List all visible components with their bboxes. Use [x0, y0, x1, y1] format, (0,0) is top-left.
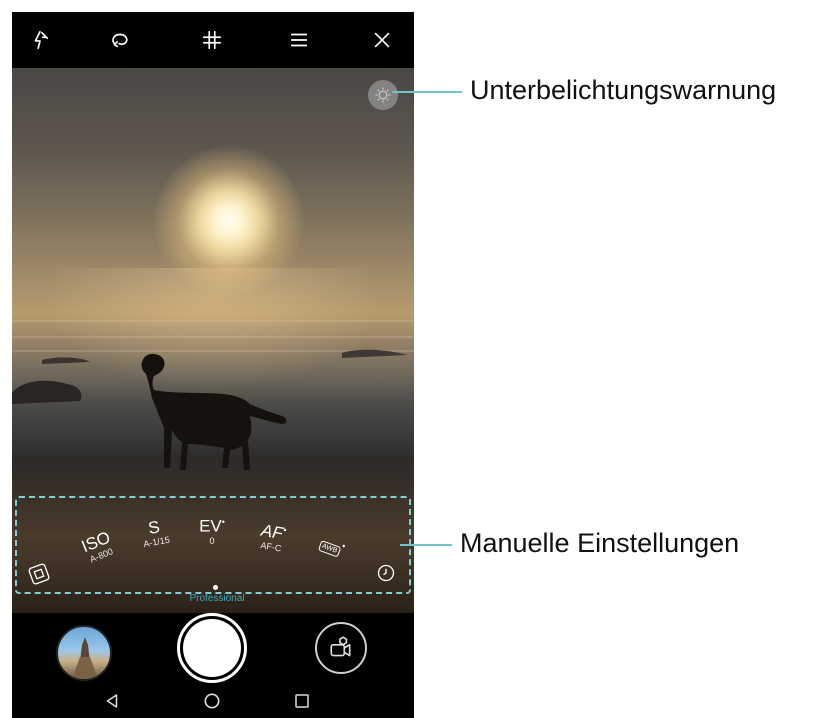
- menu-icon: [290, 33, 308, 47]
- rotate-button[interactable]: [92, 12, 148, 68]
- close-button[interactable]: [354, 12, 410, 68]
- menu-button[interactable]: [271, 12, 327, 68]
- timer-button[interactable]: [376, 563, 396, 583]
- exposure-warning-button[interactable]: [368, 80, 398, 110]
- metering-icon: [28, 563, 50, 585]
- grid-button[interactable]: [184, 12, 240, 68]
- metering-button[interactable]: [28, 563, 50, 585]
- back-button[interactable]: [92, 686, 132, 716]
- callout-line-underexposure: [392, 91, 462, 93]
- manual-settings-panel: ISO A-800 S A-1/15 EV• 0 AF• AF-C AWB•: [12, 493, 414, 613]
- mode-indicator-dot: [213, 585, 218, 590]
- camera-top-bar: [12, 12, 414, 68]
- back-icon: [106, 694, 118, 708]
- recents-button[interactable]: [282, 686, 322, 716]
- callout-line-manual: [400, 544, 452, 546]
- close-icon: [374, 32, 390, 48]
- thumbnail-image: [72, 637, 98, 679]
- mode-label[interactable]: Professional: [162, 593, 272, 604]
- grid-icon: [202, 30, 222, 50]
- timer-icon: [377, 564, 395, 582]
- camera-viewfinder[interactable]: ISO A-800 S A-1/15 EV• 0 AF• AF-C AWB•: [12, 68, 414, 613]
- system-navigation-bar: [12, 684, 414, 718]
- home-button[interactable]: [192, 686, 232, 716]
- shutter-button-inner: [183, 619, 241, 677]
- ev-value: 0: [209, 535, 215, 546]
- gallery-thumbnail[interactable]: [56, 625, 112, 681]
- rock-small: [42, 357, 90, 364]
- rock-right: [342, 349, 407, 358]
- video-mode-icon: [330, 636, 351, 657]
- flash-off-button[interactable]: [12, 12, 68, 68]
- flash-off-icon: [34, 30, 49, 50]
- video-mode-button[interactable]: [315, 622, 367, 674]
- dog-silhouette: [141, 353, 287, 470]
- ev-label: EV•: [199, 516, 225, 536]
- ev-setting[interactable]: EV• 0: [192, 513, 232, 546]
- callout-underexposure: Unterbelichtungswarnung: [470, 75, 777, 105]
- recents-icon: [295, 694, 309, 708]
- rotate-icon: [112, 33, 128, 48]
- home-icon: [204, 693, 220, 709]
- rock-left: [12, 380, 82, 404]
- exposure-warning-icon: [375, 87, 391, 103]
- shutter-button[interactable]: [177, 613, 247, 683]
- callout-manual-settings: Manuelle Einstellungen: [460, 528, 740, 558]
- phone-screen: ISO A-800 S A-1/15 EV• 0 AF• AF-C AWB•: [12, 12, 414, 718]
